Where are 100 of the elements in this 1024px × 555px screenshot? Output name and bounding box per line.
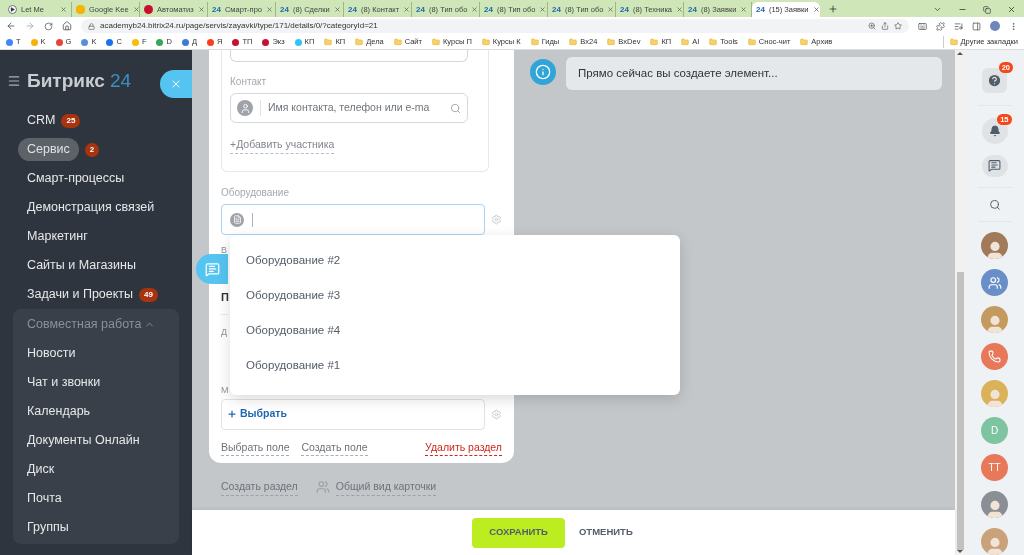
dropdown-option[interactable]: Оборудование #1 (230, 348, 680, 383)
restore-icon[interactable] (983, 5, 991, 14)
new-tab-icon[interactable] (828, 4, 838, 14)
tab-search-icon[interactable] (933, 5, 942, 14)
close-icon[interactable] (266, 6, 273, 13)
close-icon[interactable] (539, 6, 547, 13)
menu-item[interactable]: Смарт-процессы (27, 169, 125, 188)
dropdown-option[interactable]: Оборудование #3 (230, 278, 680, 313)
save-button[interactable]: СОХРАНИТЬ (472, 517, 565, 548)
section-title: П (221, 290, 228, 305)
menu-item[interactable]: Диск (27, 460, 55, 479)
help-button[interactable] (982, 68, 1007, 93)
text-cursor (252, 212, 253, 227)
logo: Битрикс 24 (27, 68, 132, 93)
menu-item[interactable]: Сайты и Магазины (27, 256, 136, 275)
search-icon[interactable] (987, 199, 1002, 212)
menu-item[interactable]: Почта (27, 489, 62, 508)
field-action-link[interactable]: Создать поле (301, 439, 368, 457)
field-label: М (221, 384, 229, 395)
star-icon[interactable] (894, 22, 902, 30)
address-bar[interactable]: academyb24.bitrix24.ru/page/servis/zayavki/type/171/details/0/?categoryId=21 (81, 19, 909, 33)
side-panel-icon[interactable] (972, 21, 981, 31)
folder-icon (530, 38, 539, 46)
favicon-logo: 24 (416, 5, 425, 14)
close-icon[interactable] (60, 6, 67, 13)
profile-avatar[interactable] (990, 21, 1000, 31)
plus-icon (227, 409, 237, 419)
contact-input[interactable]: Имя контакта, телефон или e-ma (230, 93, 468, 123)
close-icon[interactable] (471, 6, 479, 13)
share-icon[interactable] (881, 22, 889, 30)
dropdown-option[interactable]: Оборудование #2 (230, 243, 680, 278)
favicon-logo: 24 (484, 5, 493, 14)
close-icon[interactable] (607, 6, 615, 13)
add-participant-link[interactable]: +Добавить участника (230, 137, 335, 154)
folder-icon (393, 38, 402, 46)
favicon-logo: 24 (348, 5, 357, 14)
info-icon (530, 59, 556, 85)
avatar[interactable] (981, 232, 1008, 259)
contact-placeholder: Имя контакта, телефон или e-ma (268, 100, 431, 116)
avatar[interactable] (981, 528, 1008, 555)
search-icon[interactable] (450, 102, 461, 114)
close-icon (170, 78, 182, 90)
extensions-icon[interactable] (936, 21, 945, 31)
favicon-logo: 24 (620, 5, 629, 14)
favicon-logo: 24 (280, 5, 289, 14)
favicon-logo: 24 (212, 5, 221, 14)
dropdown-option[interactable]: Оборудование #4 (230, 313, 680, 348)
field-action-link[interactable]: Выбрать поле (221, 439, 290, 457)
settings-icon[interactable] (491, 408, 502, 420)
keyboard-icon[interactable] (918, 21, 927, 31)
scrollbar[interactable] (955, 50, 965, 555)
avatar[interactable] (981, 380, 1008, 407)
folder-icon (481, 38, 490, 46)
menu-item[interactable]: Чат и звонки (27, 373, 101, 392)
group-chat-avatar[interactable] (981, 269, 1008, 296)
close-icon[interactable] (1007, 5, 1016, 14)
folder-icon (709, 38, 718, 46)
close-icon[interactable] (333, 6, 341, 13)
select-field[interactable]: Выбрать (221, 398, 486, 430)
choose-button[interactable]: Выбрать (227, 406, 287, 422)
forward-icon[interactable] (25, 21, 35, 31)
input-field[interactable] (230, 50, 468, 62)
close-icon[interactable] (403, 6, 411, 13)
close-icon[interactable] (812, 6, 820, 13)
notifications-button[interactable] (981, 117, 1008, 144)
count-badge: 49 (139, 287, 158, 302)
close-icon[interactable] (676, 6, 683, 13)
avatar[interactable] (981, 491, 1008, 518)
field-action-link[interactable]: Удалить раздел (425, 439, 502, 457)
menu-item[interactable]: Маркетинг (27, 227, 88, 246)
menu-item[interactable]: Календарь (27, 402, 91, 421)
menu-item[interactable]: Группы (27, 518, 69, 537)
close-icon[interactable] (740, 6, 748, 13)
help-icon (987, 73, 1002, 88)
avatar[interactable] (981, 306, 1008, 333)
menu-item[interactable]: Документы Онлайн (27, 431, 140, 450)
zoom-icon[interactable] (868, 22, 876, 30)
reload-icon[interactable] (44, 21, 53, 31)
home-icon[interactable] (62, 21, 72, 31)
call-avatar[interactable] (981, 343, 1008, 370)
bell-icon (988, 124, 1001, 137)
close-button[interactable] (160, 70, 192, 98)
back-icon[interactable] (6, 21, 16, 31)
menu-item[interactable]: Задачи и Проекты (27, 285, 134, 304)
folder-icon (747, 38, 756, 46)
chat-button[interactable] (981, 154, 1008, 177)
close-icon[interactable] (197, 6, 205, 13)
menu-item[interactable]: CRM (27, 111, 56, 130)
document-icon (230, 212, 244, 227)
cancel-button[interactable]: ОТМЕНИТЬ (576, 517, 635, 548)
media-icon[interactable] (954, 21, 963, 31)
menu-item[interactable]: Демонстрация связей (27, 198, 155, 217)
close-icon[interactable] (132, 6, 139, 13)
menu-icon[interactable] (7, 74, 21, 88)
settings-icon[interactable] (491, 214, 502, 225)
chat-handle[interactable] (196, 254, 228, 284)
menu-icon[interactable] (1009, 21, 1018, 31)
menu-item[interactable]: Новости (27, 344, 76, 363)
favicon-logo: 24 (552, 5, 561, 14)
menu-item[interactable]: Сервис (18, 138, 79, 161)
